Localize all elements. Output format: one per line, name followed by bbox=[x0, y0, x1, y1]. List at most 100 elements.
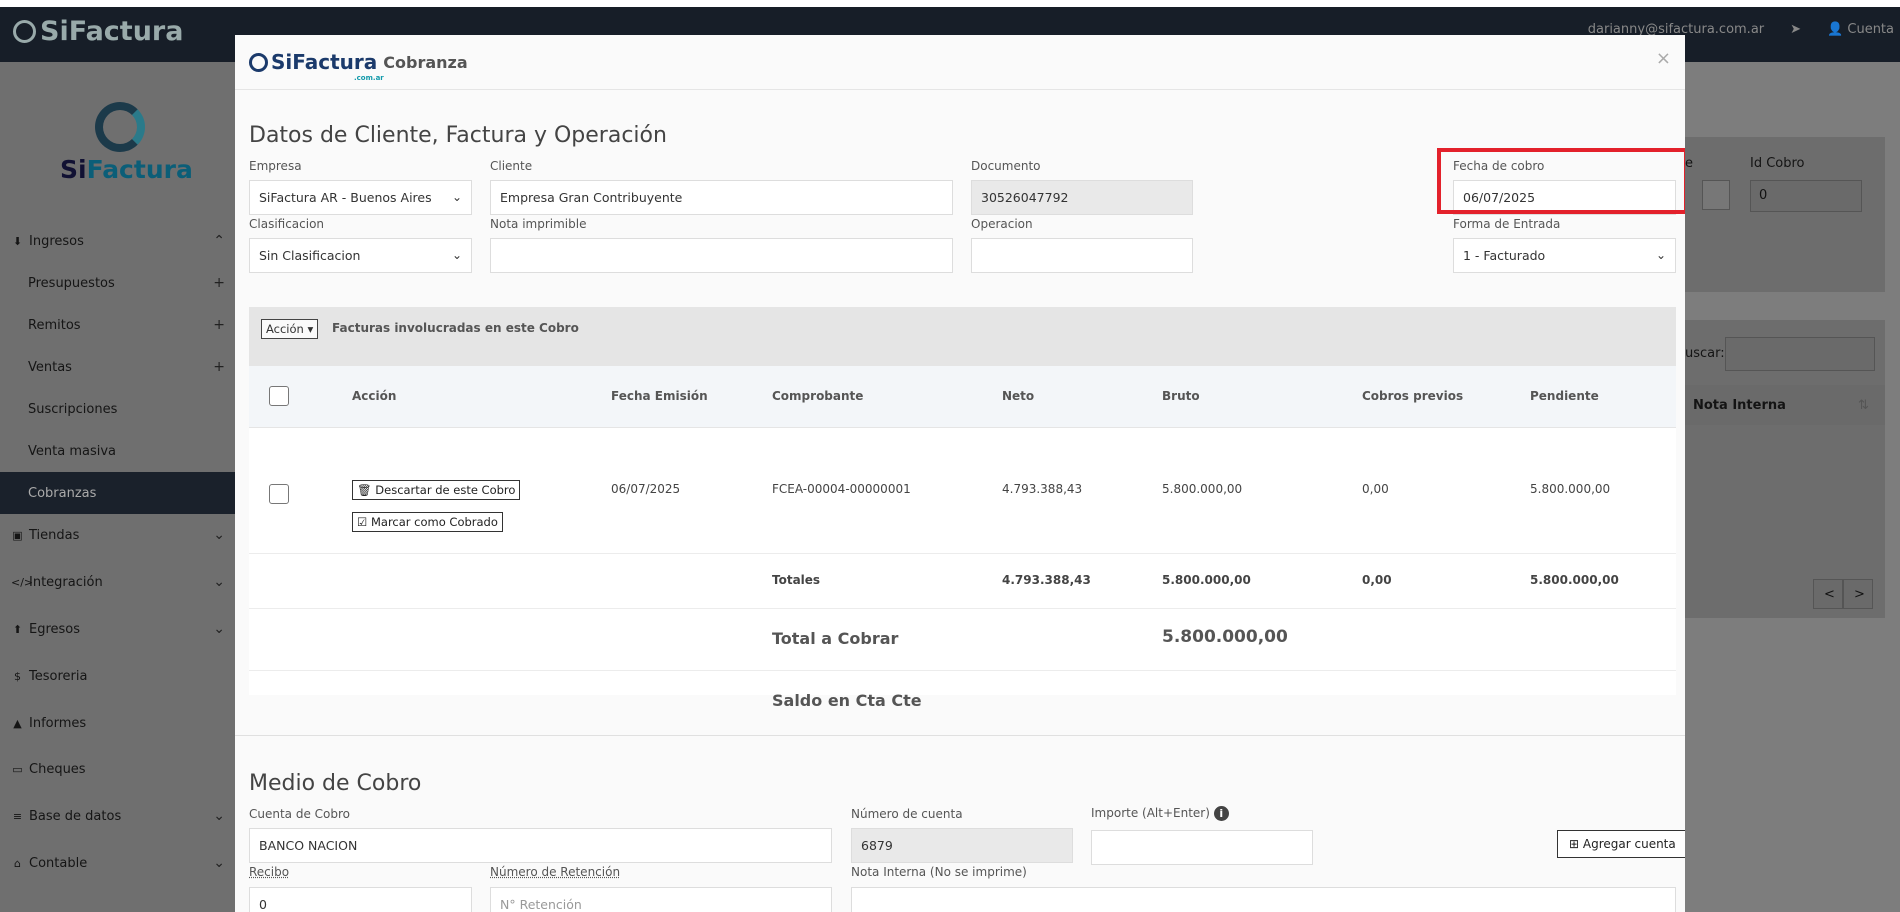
nota-interna-label: Nota Interna (No se imprime) bbox=[851, 865, 1027, 879]
section-divider bbox=[235, 735, 1685, 736]
sidebar-item-cheques[interactable]: ▭ Cheques bbox=[0, 748, 235, 790]
nota-interna-input[interactable] bbox=[851, 887, 1676, 912]
background-checkbox[interactable] bbox=[1702, 180, 1730, 210]
chevron-down-icon: ⌄ bbox=[213, 808, 225, 824]
sidebar-item-presupuestos[interactable]: Presupuestos + bbox=[0, 262, 235, 304]
chart-icon: ▲ bbox=[13, 716, 22, 730]
cuenta-cobro-input[interactable]: BANCO NACION bbox=[249, 828, 832, 863]
forma-entrada-select[interactable]: 1 - Facturado ⌄ bbox=[1453, 238, 1676, 273]
sidebar-item-ventas[interactable]: Ventas + bbox=[0, 346, 235, 388]
operacion-input[interactable] bbox=[971, 238, 1193, 273]
total-neto: 4.793.388,43 bbox=[1002, 573, 1091, 587]
info-icon[interactable]: i bbox=[1213, 806, 1229, 821]
empresa-select[interactable]: SiFactura AR - Buenos Aires ⌄ bbox=[249, 180, 472, 215]
cliente-input[interactable]: Empresa Gran Contribuyente bbox=[490, 180, 953, 215]
section-title-datos: Datos de Cliente, Factura y Operación bbox=[249, 123, 667, 148]
total-cobrar-label: Total a Cobrar bbox=[772, 629, 899, 648]
header-accion: Acción bbox=[352, 389, 397, 403]
background-search-input[interactable] bbox=[1725, 337, 1875, 371]
send-icon[interactable]: ➤ bbox=[1790, 22, 1801, 37]
invoices-card: Acción ▾ Facturas involucradas en este C… bbox=[249, 307, 1676, 710]
logo-ring-icon bbox=[249, 52, 268, 72]
background-id-cobro-input[interactable]: 0 bbox=[1750, 180, 1862, 212]
sidebar-item-egresos[interactable]: ⬆ Egresos ⌄ bbox=[0, 608, 235, 650]
background-next-page[interactable]: > bbox=[1843, 579, 1873, 609]
total-bruto: 5.800.000,00 bbox=[1162, 573, 1251, 587]
importe-input[interactable] bbox=[1091, 830, 1313, 865]
sort-icon[interactable]: ⇅ bbox=[1858, 398, 1869, 413]
background-label-fragment: e bbox=[1685, 156, 1693, 171]
cliente-label: Cliente bbox=[490, 159, 533, 173]
retencion-input[interactable]: N° Retención bbox=[490, 887, 832, 912]
sidebar-item-integracion[interactable]: </> Integración ⌄ bbox=[0, 561, 235, 603]
chevron-down-icon: ⌄ bbox=[213, 855, 225, 871]
background-id-cobro-label: Id Cobro bbox=[1750, 156, 1805, 171]
operacion-label: Operacion bbox=[971, 217, 1033, 231]
chevron-down-icon: ⌄ bbox=[213, 527, 225, 543]
row-divider bbox=[249, 670, 1676, 671]
sidebar-item-suscripciones[interactable]: Suscripciones bbox=[0, 388, 235, 430]
forma-entrada-label: Forma de Entrada bbox=[1453, 217, 1561, 231]
invoices-title: Facturas involucradas en este Cobro bbox=[332, 321, 579, 335]
chevron-down-icon: ⌄ bbox=[213, 574, 225, 590]
recibo-input[interactable]: 0 bbox=[249, 887, 472, 912]
agregar-cuenta-button[interactable]: ⊞ Agregar cuenta bbox=[1557, 830, 1685, 858]
top-strip bbox=[0, 0, 1900, 7]
header-fecha-emision: Fecha Emisión bbox=[611, 389, 708, 403]
close-icon[interactable]: × bbox=[1656, 48, 1671, 69]
sidebar-item-contable[interactable]: ⌂ Contable ⌄ bbox=[0, 842, 235, 884]
cell-pendiente: 5.800.000,00 bbox=[1530, 482, 1611, 496]
sidebar-item-cobranzas[interactable]: Cobranzas bbox=[0, 472, 235, 514]
cell-cobros-previos: 0,00 bbox=[1362, 482, 1389, 496]
check-square-icon: ☑ bbox=[357, 515, 368, 529]
documento-label: Documento bbox=[971, 159, 1041, 173]
row-checkbox[interactable] bbox=[269, 484, 289, 504]
logo-ring-icon bbox=[95, 102, 145, 152]
nota-imprimible-label: Nota imprimible bbox=[490, 217, 587, 231]
sidebar-item-base-de-datos[interactable]: ≡ Base de datos ⌄ bbox=[0, 795, 235, 837]
sidebar-item-ingresos[interactable]: ⬇ Ingresos ⌃ bbox=[0, 220, 235, 262]
row-divider bbox=[249, 553, 1676, 554]
account-menu[interactable]: 👤 Cuenta bbox=[1827, 22, 1894, 37]
sidebar-item-tiendas[interactable]: ▣ Tiendas ⌄ bbox=[0, 514, 235, 556]
cell-neto: 4.793.388,43 bbox=[1002, 482, 1083, 496]
importe-label-wrap: Importe (Alt+Enter) i bbox=[1091, 806, 1229, 821]
highlight-box bbox=[1437, 148, 1685, 214]
header-pendiente: Pendiente bbox=[1530, 389, 1599, 403]
sidebar-item-tesoreria[interactable]: $ Tesoreria bbox=[0, 655, 235, 697]
sidebar: SiFactura ⬇ Ingresos ⌃ Presupuestos + Remit… bbox=[0, 62, 235, 912]
cobranza-modal: SiFactura .com.ar Cobranza × Datos de Cl… bbox=[235, 35, 1685, 912]
documento-input[interactable]: 30526047792 bbox=[971, 180, 1193, 215]
sidebar-item-informes[interactable]: ▲ Informes bbox=[0, 702, 235, 744]
header-neto: Neto bbox=[1002, 389, 1035, 403]
background-search-label: uscar: bbox=[1685, 346, 1725, 361]
retencion-label: Número de Retención bbox=[490, 865, 621, 879]
nota-imprimible-input[interactable] bbox=[490, 238, 953, 273]
accion-dropdown-button[interactable]: Acción ▾ bbox=[261, 319, 319, 339]
background-prev-page[interactable]: < bbox=[1813, 579, 1843, 609]
dollar-icon: $ bbox=[14, 669, 21, 683]
saldo-cta-cte-label: Saldo en Cta Cte bbox=[772, 691, 922, 710]
row-divider bbox=[249, 608, 1676, 609]
modal-header: SiFactura .com.ar Cobranza × bbox=[235, 35, 1685, 90]
code-icon: </> bbox=[11, 575, 34, 589]
chevron-down-icon: ⌄ bbox=[451, 190, 462, 204]
download-icon: ⬇ bbox=[12, 234, 23, 248]
section-title-medio-cobro: Medio de Cobro bbox=[249, 771, 422, 796]
numero-cuenta-input[interactable]: 6879 bbox=[851, 828, 1073, 863]
marcar-cobrado-button[interactable]: ☑ Marcar como Cobrado bbox=[352, 512, 503, 532]
select-all-checkbox[interactable] bbox=[269, 386, 289, 406]
plus-icon[interactable]: + bbox=[213, 317, 225, 333]
invoices-table-header: Acción Fecha Emisión Comprobante Neto Br… bbox=[249, 366, 1676, 428]
clasificacion-select[interactable]: Sin Clasificacion ⌄ bbox=[249, 238, 472, 273]
sidebar-item-remitos[interactable]: Remitos + bbox=[0, 304, 235, 346]
plus-icon[interactable]: + bbox=[213, 359, 225, 375]
sidebar-item-venta-masiva[interactable]: Venta masiva bbox=[0, 430, 235, 472]
chevron-up-icon: ⌃ bbox=[213, 233, 225, 249]
navbar-logo[interactable]: SiFactura bbox=[13, 16, 183, 47]
totals-label: Totales bbox=[772, 573, 821, 587]
upload-icon: ⬆ bbox=[12, 622, 23, 636]
plus-icon[interactable]: + bbox=[213, 275, 225, 291]
descartar-button[interactable]: 🗑 Descartar de este Cobro bbox=[352, 480, 521, 500]
cell-comprobante[interactable]: FCEA-00004-00000001 bbox=[772, 482, 911, 496]
